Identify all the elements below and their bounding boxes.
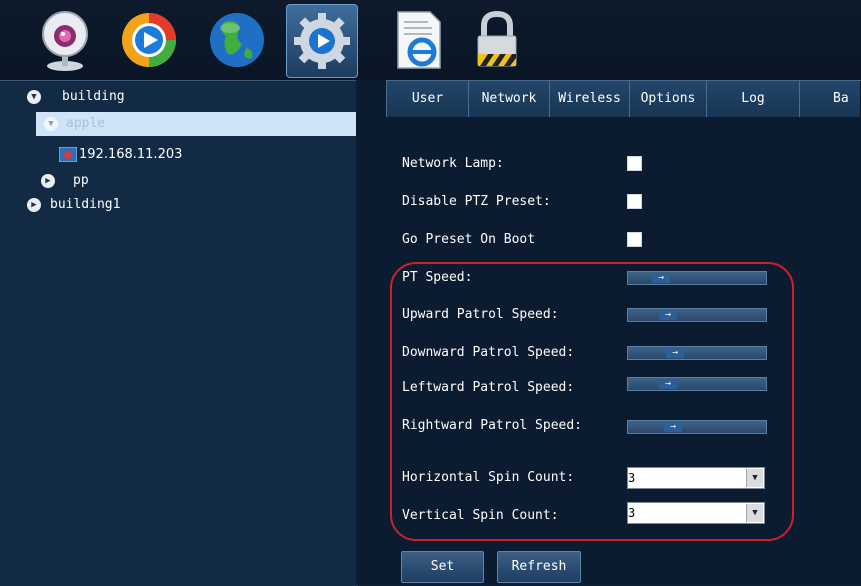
go-preset-on-boot-label: Go Preset On Boot [402,232,536,247]
tab-options[interactable]: Options [629,81,707,117]
tree-node-label: building1 [50,197,121,212]
tree-node-apple[interactable]: ▼ apple [36,112,356,136]
collapse-icon[interactable]: ▼ [44,117,58,131]
set-button[interactable]: Set [401,551,484,583]
tab-network[interactable]: Network [468,81,550,117]
tree-node-label: pp [73,173,89,188]
collapse-icon[interactable]: ▼ [27,90,41,104]
speed-settings-highlight [390,262,794,541]
globe-icon[interactable] [206,8,268,72]
tree-node-pp[interactable]: ▶ pp [0,169,356,193]
document-ie-icon[interactable] [388,8,450,72]
tab-wireless[interactable]: Wireless [549,81,630,117]
padlock-icon[interactable] [466,8,528,72]
tree-node-label: building [62,89,125,104]
tree-node-building[interactable]: ▼ building [0,85,356,109]
camera-device-icon [58,146,78,163]
main-toolbar [0,0,861,80]
device-tree: ▼ building ▼ apple 192.168.11.203 ▶ pp ▶… [0,80,358,586]
tree-node-label: 192.168.11.203 [79,147,183,162]
expand-icon[interactable]: ▶ [41,174,55,188]
tab-backup[interactable]: Ba [799,81,861,117]
network-lamp-label: Network Lamp: [402,156,504,171]
media-play-icon[interactable] [118,8,180,72]
tree-node-camera[interactable]: 192.168.11.203 [0,143,356,167]
disable-ptz-preset-checkbox[interactable] [627,194,642,209]
go-preset-on-boot-checkbox[interactable] [627,232,642,247]
network-lamp-checkbox[interactable] [627,156,642,171]
refresh-button[interactable]: Refresh [497,551,581,583]
webcam-icon[interactable] [34,8,96,72]
disable-ptz-preset-label: Disable PTZ Preset: [402,194,551,209]
settings-gear-icon[interactable] [286,4,358,78]
tree-node-building1[interactable]: ▶ building1 [0,193,356,217]
tab-user[interactable]: User [386,81,469,117]
tab-log[interactable]: Log [706,81,800,117]
tree-node-label: apple [66,116,106,131]
tab-bar: User Network Wireless Options Log Ba [386,80,861,117]
expand-icon[interactable]: ▶ [27,198,41,212]
